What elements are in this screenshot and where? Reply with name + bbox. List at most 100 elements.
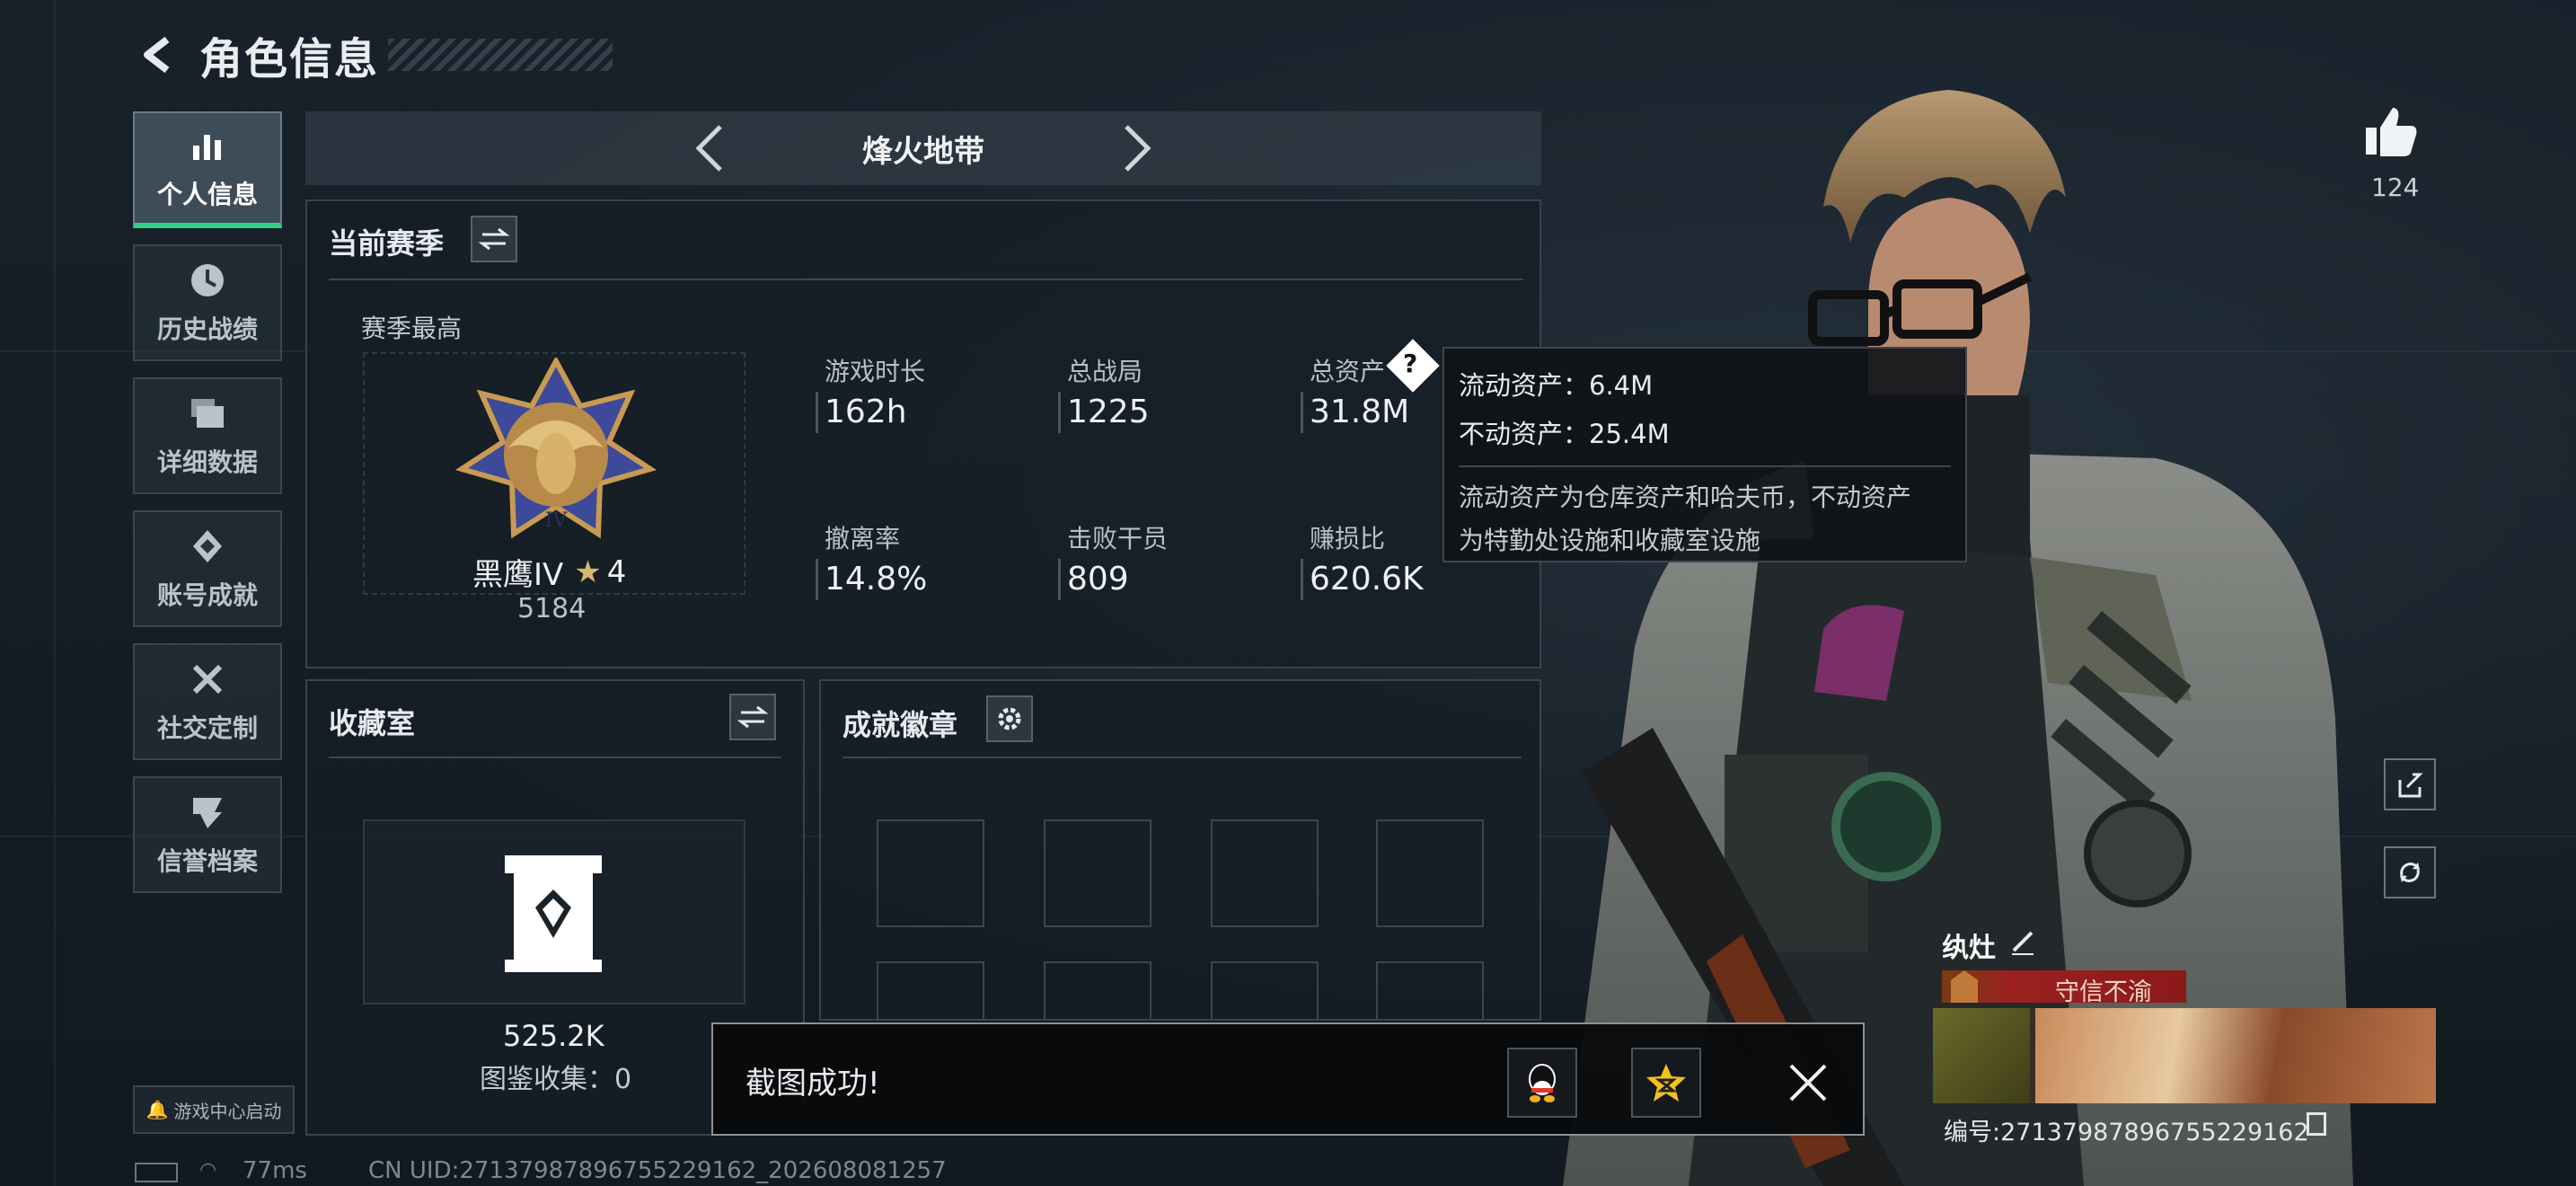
stat-divider [816,392,818,433]
stat-divider [1058,559,1061,600]
copy-icon[interactable] [2307,1112,2326,1136]
sidebar-item-label: 账号成就 [156,580,258,610]
mode-prev-button[interactable] [683,121,737,175]
refresh-icon [2400,863,2420,882]
wifi-icon: ◠ [199,1159,217,1182]
svg-text:IV: IV [545,509,569,532]
qq-icon [1529,1064,1556,1102]
reputation-icon [187,792,228,833]
sidebar-item-history[interactable]: 历史战绩 [133,244,282,361]
stat-label-total-matches: 总战局 [1067,357,1143,386]
stat-label-total-assets: 总资产 [1310,357,1386,386]
sidebar-item-label: 社交定制 [156,713,258,743]
sidebar-item-personal-info[interactable]: 个人信息 [133,111,282,228]
collection-switch-button[interactable] [729,694,776,740]
tooltip-liquid-assets: 流动资产：6.4M [1459,370,1654,401]
tooltip-divider [1459,465,1951,467]
stat-value-extract-rate: 14.8% [825,561,928,597]
stat-value-profit-ratio: 620.6K [1310,561,1424,597]
sidebar-item-reputation[interactable]: 信誉档案 [133,776,282,893]
nickname: 纨灶 [1942,933,1996,964]
sidebar-item-label: 个人信息 [156,180,258,209]
season-best-label: 赛季最高 [361,314,463,343]
collection-value: 525.2K [503,1019,604,1053]
stat-value-total-assets: 31.8M [1310,394,1410,430]
refresh-button[interactable] [2384,846,2436,898]
stat-divider [816,559,818,600]
chevron-left-icon [695,125,722,172]
battery-icon [135,1163,178,1182]
assets-tooltip: 流动资产：6.4M 不动资产：25.4M 流动资产为仓库资产和哈夫币，不动资产 … [1442,347,1967,562]
mode-next-button[interactable] [1110,121,1164,175]
toast-message: 截图成功! [745,1066,880,1102]
badge-slot[interactable] [877,819,984,927]
game-center-button[interactable]: 🔔 游戏中心启动 [133,1085,295,1134]
tooltip-description-line1: 流动资产为仓库资产和哈夫币，不动资产 [1459,482,1912,512]
divider [329,279,1523,280]
share-qzone-button[interactable] [1631,1048,1701,1118]
stat-divider [1301,392,1303,433]
edit-nickname-button[interactable] [2008,927,2037,960]
back-button[interactable] [135,32,180,77]
share-button[interactable] [2384,758,2436,810]
rank-name: 黑鹰IV [472,557,564,593]
rank-stars: 4 [606,553,627,590]
page-header: 角色信息 [135,23,613,86]
banner-art [2035,1008,2436,1103]
sidebar-item-label: 历史战绩 [156,314,258,344]
rank-medal-icon: IV [454,358,657,539]
tools-icon [187,659,228,700]
rank-score: 5184 [517,593,587,624]
stat-label-profit-ratio: 赚损比 [1310,524,1386,553]
share-qq-button[interactable] [1507,1048,1577,1118]
swap-icon [479,227,509,251]
star-icon: ★ [574,553,602,590]
profile-banner[interactable] [1933,1008,2436,1103]
divider [329,757,781,758]
swap-icon [737,705,768,729]
thumbs-up-icon [2366,108,2417,156]
sidebar-item-achievements[interactable]: 账号成就 [133,510,282,627]
title-text: 守信不渝 [2055,978,2152,1006]
stat-label-extract-rate: 撤离率 [825,524,901,553]
cn-uid-text: CN UID:27137987896755229162_202608081257 [368,1157,947,1184]
badge-slot[interactable] [1044,819,1151,927]
season-switch-button[interactable] [471,216,517,262]
share-icon [2398,773,2423,798]
stat-label-playtime: 游戏时长 [825,357,926,386]
page-title: 角色信息 [199,34,380,84]
history-icon [187,260,228,301]
bell-icon: 🔔 [146,1099,169,1120]
back-arrow-icon [144,36,170,74]
bar-chart-icon [187,125,228,166]
tooltip-description-line2: 为特勤处设施和收藏室设施 [1459,526,1761,555]
stat-label-kills: 击败干员 [1067,524,1169,553]
badge-slot[interactable] [877,961,984,1021]
sidebar-item-detailed-data[interactable]: 详细数据 [133,377,282,494]
game-center-label: 游戏中心启动 [173,1100,282,1122]
stat-divider [1301,559,1303,600]
help-icon-glyph: ? [1403,349,1418,378]
player-uid: 编号:27137987896755229162 [1944,1119,2309,1146]
badge-slot[interactable] [1376,961,1484,1021]
badges-title: 成就徽章 [842,708,958,742]
tooltip-fixed-assets: 不动资产：25.4M [1459,419,1670,449]
collection-title: 收藏室 [329,706,416,740]
like-button[interactable] [2362,102,2425,165]
avatar[interactable] [1933,1008,2030,1103]
stat-divider [1058,392,1061,433]
toast-close-button[interactable] [1773,1048,1843,1118]
like-count: 124 [2371,173,2420,202]
badges-settings-button[interactable] [986,695,1033,742]
stat-value-total-matches: 1225 [1067,394,1150,430]
badge-slot[interactable] [1211,819,1319,927]
sidebar-item-label: 信誉档案 [156,846,258,876]
divider [842,757,1522,758]
badge-slot[interactable] [1044,961,1151,1021]
mode-switcher: 烽火地带 [305,111,1541,185]
badge-slot[interactable] [1211,961,1319,1021]
screenshot-toast: 截图成功! [711,1022,1865,1136]
folder-icon [187,393,228,434]
sidebar-item-social-custom[interactable]: 社交定制 [133,643,282,760]
badge-slot[interactable] [1376,819,1484,927]
